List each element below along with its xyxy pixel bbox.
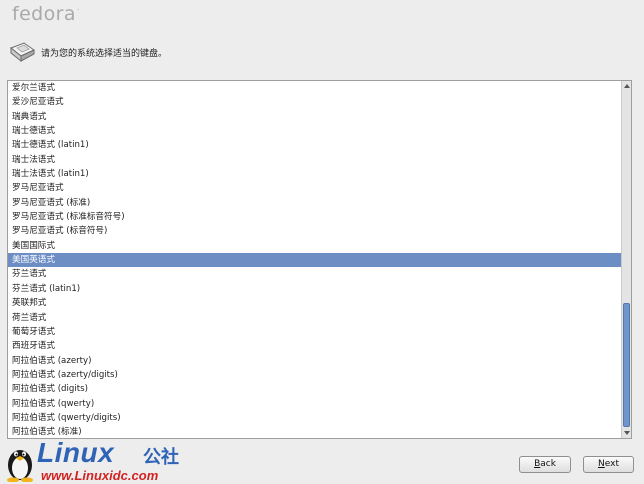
list-item[interactable]: 阿拉伯语式 (qwerty/digits) <box>8 411 622 425</box>
next-button[interactable]: Next <box>583 456 634 473</box>
list-item[interactable]: 美国国际式 <box>8 239 622 253</box>
keyboard-layout-list[interactable]: 爱尔兰语式 爱沙尼亚语式 瑞典语式 瑞士德语式 瑞士德语式 (latin1) 瑞士法语式瑞… <box>7 80 632 439</box>
scroll-up-button[interactable] <box>622 81 631 91</box>
scrollbar-thumb[interactable] <box>623 303 630 427</box>
list-item[interactable]: 瑞士法语式 (latin1) <box>8 167 622 181</box>
keyboard-prompt: 请为您的系统选择适当的键盘。 <box>41 49 168 59</box>
list-item[interactable]: 瑞士德语式 (latin1) <box>8 138 622 152</box>
list-item[interactable]: 英联邦式 <box>8 296 622 310</box>
list-item[interactable]: 阿拉伯语式 (azerty) <box>8 354 622 368</box>
list-item[interactable]: 罗马尼亚语式 (标准标音符号) <box>8 210 622 224</box>
list-item[interactable]: 罗马尼亚语式 (标音符号) <box>8 224 622 238</box>
list-item[interactable]: 瑞士法语式 <box>8 153 622 167</box>
list-item[interactable]: 阿拉伯语式 (qwerty) <box>8 397 622 411</box>
back-button[interactable]: Back <box>519 456 571 473</box>
list-item[interactable]: 罗马尼亚语式 <box>8 181 622 195</box>
list-item[interactable]: 葡萄牙语式 <box>8 325 622 339</box>
list-item[interactable]: 芬兰语式 (latin1) <box>8 282 622 296</box>
list-item[interactable]: 阿拉伯语式 (azerty/digits) <box>8 368 622 382</box>
list-item[interactable]: 美国英语式 <box>8 253 622 268</box>
list-item[interactable]: 西班牙语式 <box>8 339 622 353</box>
keyboard-layout-items: 爱尔兰语式 爱沙尼亚语式 瑞典语式 瑞士德语式 瑞士德语式 (latin1) 瑞士法语式瑞… <box>8 81 622 438</box>
fedora-logo: fedora. <box>12 3 80 25</box>
watermark-cn: 公社 <box>143 447 179 468</box>
list-scrollbar[interactable] <box>621 81 631 438</box>
linuxidc-watermark: Linux 公社 www.Linuxidc.com <box>3 437 203 484</box>
back-button-label: Back <box>534 459 556 469</box>
penguin-icon <box>7 450 33 482</box>
list-item[interactable]: 爱沙尼亚语式 <box>8 95 622 109</box>
arrow-down-icon <box>623 431 630 435</box>
list-item[interactable]: 瑞士德语式 <box>8 124 622 138</box>
scroll-down-button[interactable] <box>622 428 631 438</box>
keyboard-icon <box>10 42 35 63</box>
list-item[interactable]: 瑞典语式 <box>8 110 622 124</box>
watermark-word: Linux <box>37 437 115 468</box>
list-item[interactable]: 芬兰语式 <box>8 267 622 281</box>
list-item[interactable]: 罗马尼亚语式 (标准) <box>8 196 622 210</box>
list-item[interactable]: 荷兰语式 <box>8 311 622 325</box>
watermark-url: www.Linuxidc.com <box>41 468 159 483</box>
list-item[interactable]: 阿拉伯语式 (digits) <box>8 382 622 396</box>
list-item[interactable]: 爱尔兰语式 <box>8 81 622 95</box>
arrow-up-icon <box>623 84 630 88</box>
next-button-label: Next <box>598 459 619 469</box>
